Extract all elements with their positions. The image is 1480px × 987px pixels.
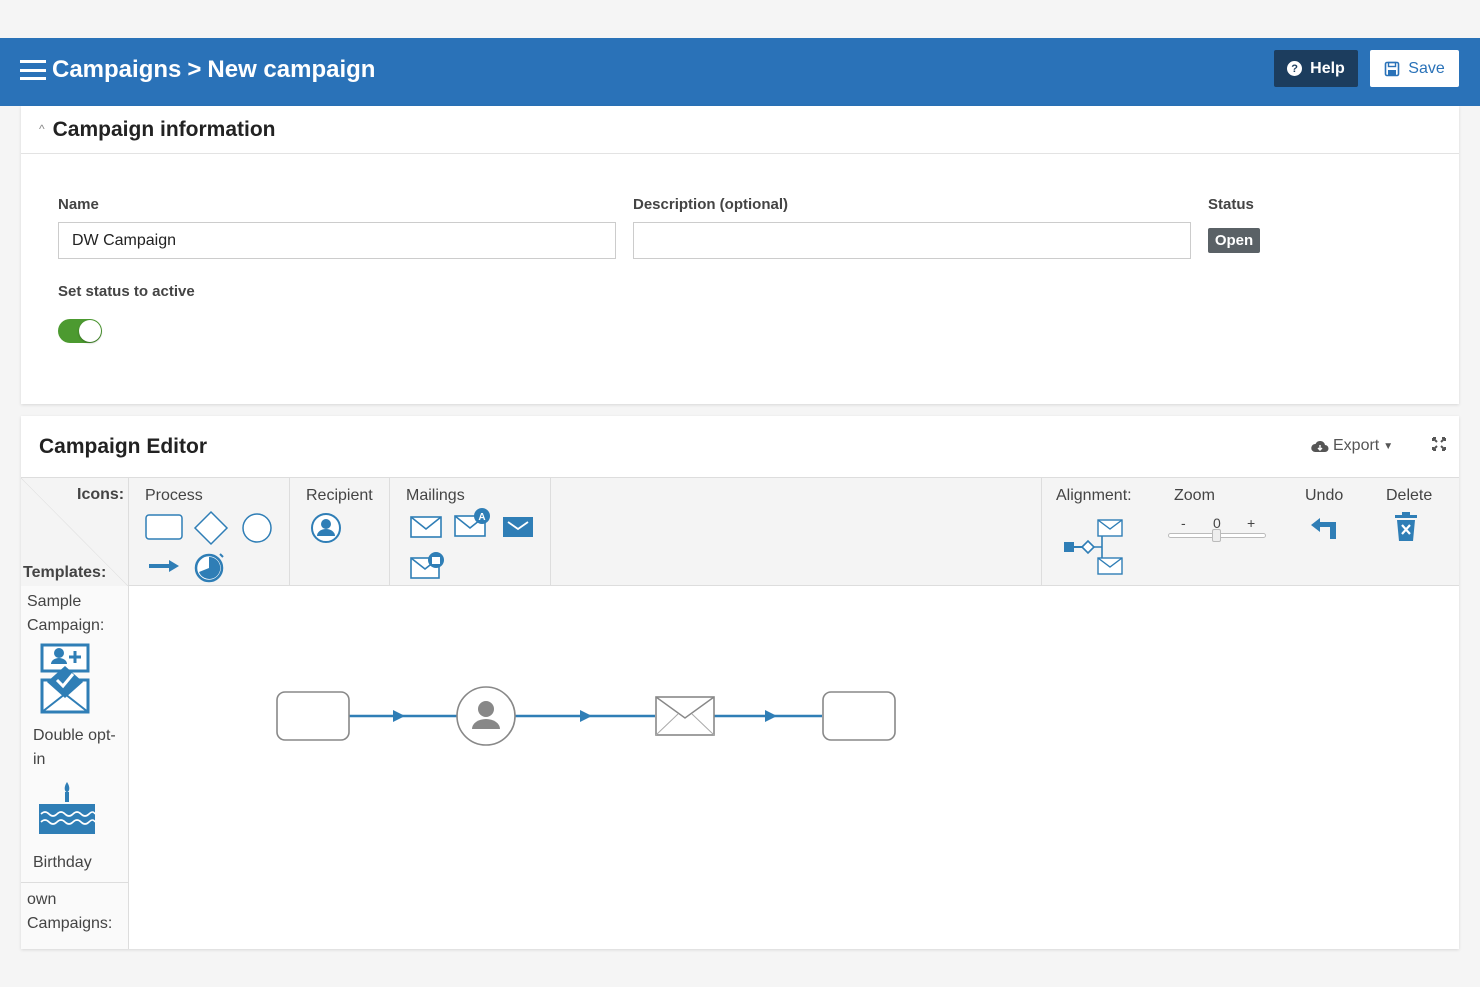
mailing-node[interactable] — [655, 696, 715, 736]
save-button[interactable]: Save — [1370, 50, 1459, 87]
end-node[interactable] — [822, 691, 896, 741]
status-label: Status — [1208, 196, 1254, 213]
scheduled-mail-icon[interactable] — [410, 550, 446, 580]
breadcrumb-root[interactable]: Campaigns — [52, 56, 181, 84]
mailings-label: Mailings — [406, 487, 465, 504]
top-bar: Campaigns > New campaign — [0, 38, 1480, 106]
zoom-minus-button[interactable]: - — [1181, 515, 1186, 531]
breadcrumb-separator: > — [187, 56, 202, 83]
recipient-icon[interactable] — [310, 512, 342, 544]
export-label: Export — [1333, 437, 1380, 454]
campaign-editor-header: Campaign Editor Export ▼ — [21, 416, 1459, 478]
campaign-information-panel: ^ Campaign information Name Description … — [21, 106, 1459, 404]
export-dropdown[interactable]: Export ▼ — [1311, 437, 1393, 455]
editor-canvas[interactable] — [129, 586, 1459, 949]
templates-sidebar: Sample Campaign: Double opt-in Birthday … — [21, 586, 129, 949]
active-toggle[interactable] — [58, 319, 102, 343]
svg-text:A: A — [478, 512, 485, 523]
delete-icon[interactable] — [1394, 512, 1418, 542]
help-label: Help — [1310, 59, 1345, 77]
process-group: Process — [129, 478, 290, 586]
status-badge: Open — [1208, 228, 1260, 253]
sidebar-divider — [21, 882, 129, 883]
alignment-icon[interactable] — [1062, 518, 1126, 576]
recipient-group: Recipient — [290, 478, 390, 586]
active-label: Set status to active — [58, 283, 195, 300]
icons-label: Icons: — [77, 486, 125, 503]
editor-toolbar: Icons: Templates: Process Recipient Mail… — [21, 478, 1459, 586]
diamond-icon[interactable] — [193, 510, 229, 546]
birthday-cake-icon[interactable] — [35, 780, 99, 840]
circle-icon[interactable] — [241, 512, 273, 544]
breadcrumb-current: New campaign — [207, 56, 376, 83]
chevron-up-icon[interactable]: ^ — [39, 122, 45, 136]
timer-icon[interactable] — [193, 550, 227, 584]
recipient-node[interactable] — [456, 686, 516, 746]
alignment-label: Alignment: — [1056, 487, 1132, 504]
question-icon: ? — [1287, 61, 1303, 76]
rectangle-icon[interactable] — [145, 514, 183, 540]
menu-icon[interactable] — [20, 60, 46, 80]
auto-mail-icon[interactable]: A — [454, 508, 492, 538]
undo-icon[interactable] — [1308, 514, 1340, 542]
breadcrumb: Campaigns > New campaign — [20, 56, 375, 84]
description-label: Description (optional) — [633, 196, 788, 213]
zoom-slider-handle[interactable] — [1212, 529, 1221, 542]
delete-label: Delete — [1386, 487, 1433, 504]
envelope-icon[interactable] — [410, 516, 442, 538]
flow-connectors — [349, 710, 822, 722]
double-opt-in-icon[interactable] — [39, 642, 93, 716]
save-label: Save — [1408, 59, 1445, 77]
name-input[interactable] — [58, 222, 616, 259]
campaign-flow — [276, 686, 896, 746]
undo-label: Undo — [1305, 487, 1344, 504]
templates-label: Templates: — [23, 564, 107, 581]
section-title: Campaign information — [52, 117, 276, 141]
floppy-disk-icon — [1384, 61, 1400, 76]
campaign-editor-panel: Campaign Editor Export ▼ Icons: Template… — [21, 416, 1459, 949]
editor-title: Campaign Editor — [39, 434, 208, 458]
description-input[interactable] — [633, 222, 1191, 259]
arrow-icon[interactable] — [147, 558, 181, 574]
mailings-group: Mailings A — [390, 478, 551, 586]
zoom-label: Zoom — [1174, 487, 1215, 504]
tools-group: Alignment: Zoom - 0 + Undo Delete — [1041, 478, 1459, 586]
caret-down-icon: ▼ — [1383, 440, 1394, 452]
help-button[interactable]: ? Help — [1274, 50, 1358, 87]
start-node[interactable] — [276, 691, 350, 741]
sample-campaign-label: Sample Campaign: — [27, 593, 105, 634]
name-label: Name — [58, 196, 99, 213]
process-label: Process — [145, 487, 203, 504]
fullscreen-icon[interactable] — [1431, 436, 1447, 452]
recipient-label: Recipient — [306, 487, 373, 504]
cloud-download-icon — [1311, 440, 1329, 452]
campaign-information-header[interactable]: ^ Campaign information — [21, 106, 1459, 154]
zoom-plus-button[interactable]: + — [1247, 515, 1255, 531]
template-birthday[interactable]: Birthday — [33, 851, 125, 875]
template-double-opt-in[interactable]: Double opt-in — [33, 724, 125, 772]
toggle-knob — [79, 320, 101, 342]
own-campaigns-label: own Campaigns: — [27, 891, 113, 932]
filled-envelope-icon[interactable] — [502, 516, 534, 538]
